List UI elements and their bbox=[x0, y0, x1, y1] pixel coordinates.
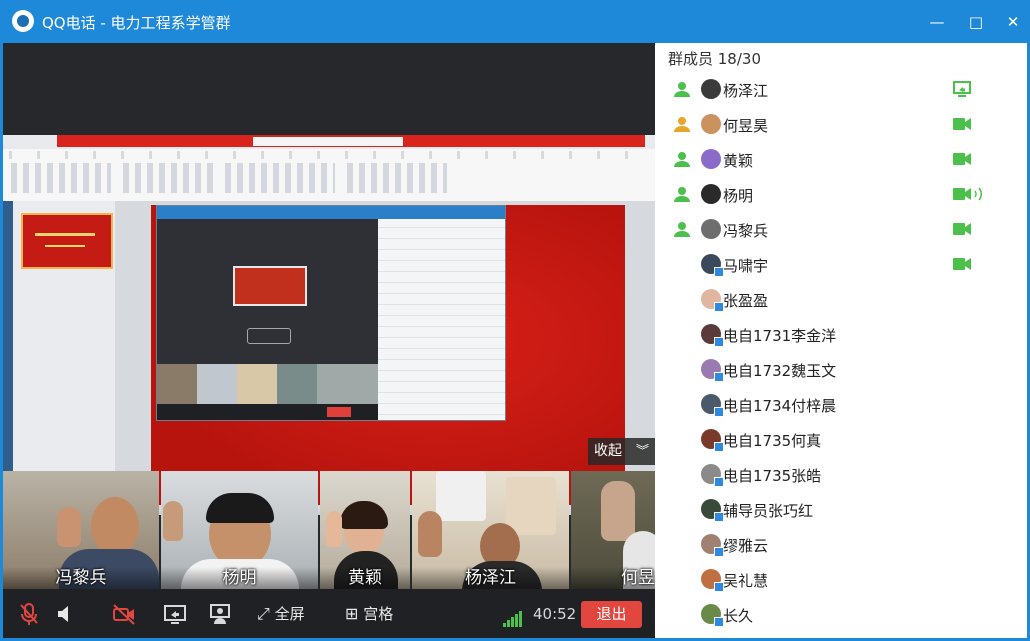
slide-thumbnail-pane bbox=[13, 201, 116, 501]
window-title: QQ电话 - 电力工程系学管群 bbox=[42, 14, 231, 32]
screen-share-icon[interactable] bbox=[163, 602, 187, 626]
signal-icon bbox=[503, 608, 523, 627]
member-row[interactable]: 杨明 bbox=[655, 177, 1027, 212]
member-name: 长久 bbox=[723, 607, 754, 625]
member-presence-icon bbox=[673, 220, 691, 238]
member-name: 缪雅云 bbox=[723, 537, 769, 555]
camera-icon bbox=[953, 151, 971, 167]
video-tile[interactable]: 黄颖 bbox=[320, 471, 410, 589]
collapse-button[interactable]: 收起 ︾ bbox=[588, 438, 655, 465]
presenter-banner-tab bbox=[253, 137, 403, 146]
member-row[interactable]: 何昱昊 bbox=[655, 107, 1027, 142]
member-avatar bbox=[701, 79, 721, 99]
camera-icon bbox=[953, 116, 971, 132]
member-name: 张盈盈 bbox=[723, 292, 769, 310]
video-tile-name: 黄颖 bbox=[320, 567, 410, 589]
member-presence-icon bbox=[673, 80, 691, 98]
member-name: 何昱昊 bbox=[723, 117, 769, 135]
member-row[interactable]: 黄颖 bbox=[655, 142, 1027, 177]
call-toolbar: ⤢ 全屏 ⊞ 宫格 40:52 退出 bbox=[3, 589, 655, 638]
member-avatar bbox=[701, 184, 721, 204]
fullscreen-button[interactable]: ⤢ 全屏 bbox=[257, 602, 305, 626]
member-avatar bbox=[701, 114, 721, 134]
mic-muted-icon[interactable] bbox=[18, 602, 40, 626]
member-presence-icon bbox=[673, 185, 691, 203]
member-row[interactable]: 杨泽江 bbox=[655, 72, 1027, 107]
member-name: 冯黎兵 bbox=[723, 222, 769, 240]
screen-share-status-icon bbox=[953, 81, 971, 97]
member-row[interactable]: 电自1732魏玉文 bbox=[655, 352, 1027, 387]
member-row[interactable]: 马啸宇 bbox=[655, 247, 1027, 282]
member-avatar bbox=[701, 149, 721, 169]
member-presence-icon bbox=[673, 115, 691, 133]
nested-call-window bbox=[156, 205, 506, 421]
video-tile[interactable]: 何昱 bbox=[571, 471, 655, 589]
member-name: 电自1734付梓晨 bbox=[723, 397, 837, 415]
member-name: 电自1731李金洋 bbox=[723, 327, 837, 345]
member-panel: 群成员 18/30 杨泽江何昱昊黄颖杨明冯黎兵马啸宇张盈盈电自1731李金洋 电自… bbox=[655, 43, 1027, 638]
presenter-desktop-strip bbox=[3, 201, 13, 515]
member-name: 杨泽江 bbox=[723, 82, 769, 100]
member-row[interactable]: 电自1735何真 bbox=[655, 422, 1027, 457]
member-row[interactable]: 张盈盈 bbox=[655, 282, 1027, 317]
member-name: 吴礼慧 bbox=[723, 572, 769, 590]
slide-thumbnail bbox=[21, 213, 113, 269]
member-name: 电自1732魏玉文 bbox=[723, 362, 837, 380]
member-row[interactable]: 电自1735张皓 bbox=[655, 457, 1027, 492]
minimize-button[interactable]: — bbox=[925, 10, 949, 34]
grid-label: 宫格 bbox=[363, 605, 394, 623]
video-tile[interactable]: 杨泽江 bbox=[412, 471, 569, 589]
member-row[interactable]: 辅导员张巧红 bbox=[655, 492, 1027, 527]
call-stage: 收起 ︾ 冯黎兵 杨明 黄颖 杨泽江 何昱 ⤢ 全屏 ⊞ 宫格 40:52 退出 bbox=[3, 43, 655, 638]
fullscreen-label: 全屏 bbox=[274, 605, 305, 623]
shared-screen[interactable] bbox=[3, 135, 655, 515]
qq-call-logo-icon bbox=[12, 10, 34, 32]
member-row[interactable]: 缪雅云 bbox=[655, 527, 1027, 562]
title-bar: QQ电话 - 电力工程系学管群 — □ ✕ bbox=[0, 0, 1030, 43]
member-name: 杨明 bbox=[723, 187, 754, 205]
member-row[interactable]: 吴礼慧 bbox=[655, 562, 1027, 597]
member-name: 电自1735何真 bbox=[723, 432, 822, 450]
call-timer: 40:52 bbox=[533, 605, 577, 623]
member-count-title: 群成员 18/30 bbox=[668, 50, 761, 68]
member-name: 电自1735张皓 bbox=[723, 467, 822, 485]
video-tile-name: 冯黎兵 bbox=[3, 567, 159, 589]
presenter-ribbon bbox=[3, 149, 655, 202]
speaker-icon[interactable] bbox=[56, 602, 74, 626]
member-name: 辅导员张巧红 bbox=[723, 502, 814, 520]
video-tile-name: 何昱 bbox=[571, 567, 655, 589]
video-tile[interactable]: 冯黎兵 bbox=[3, 471, 159, 589]
member-row[interactable]: 长久 bbox=[655, 597, 1027, 632]
member-presence-icon bbox=[673, 150, 691, 168]
camera-icon bbox=[953, 256, 971, 272]
grid-button[interactable]: ⊞ 宫格 bbox=[345, 602, 393, 626]
double-chevron-down-icon: ︾ bbox=[635, 444, 649, 459]
camera-off-icon[interactable] bbox=[111, 602, 137, 626]
video-tile-name: 杨泽江 bbox=[412, 567, 569, 589]
camera-icon bbox=[953, 221, 971, 237]
member-row[interactable]: 电自1734付梓晨 bbox=[655, 387, 1027, 422]
exit-call-button[interactable]: 退出 bbox=[581, 601, 642, 628]
member-row[interactable]: 电自1731李金洋 bbox=[655, 317, 1027, 352]
maximize-button[interactable]: □ bbox=[964, 10, 988, 34]
video-tile[interactable]: 杨明 bbox=[161, 471, 318, 589]
fullscreen-icon: ⤢ bbox=[257, 604, 270, 623]
grid-icon: ⊞ bbox=[345, 604, 359, 623]
member-name: 黄颖 bbox=[723, 152, 754, 170]
camera-speaking-icon bbox=[953, 186, 983, 202]
member-name: 马啸宇 bbox=[723, 257, 769, 275]
collapse-label: 收起 bbox=[594, 443, 622, 459]
video-tile-name: 杨明 bbox=[161, 567, 318, 589]
member-avatar bbox=[701, 219, 721, 239]
close-button[interactable]: ✕ bbox=[1001, 10, 1025, 34]
video-strip: 冯黎兵 杨明 黄颖 杨泽江 何昱 bbox=[3, 471, 655, 589]
member-row[interactable]: 冯黎兵 bbox=[655, 212, 1027, 247]
presenter-icon[interactable] bbox=[208, 602, 232, 626]
